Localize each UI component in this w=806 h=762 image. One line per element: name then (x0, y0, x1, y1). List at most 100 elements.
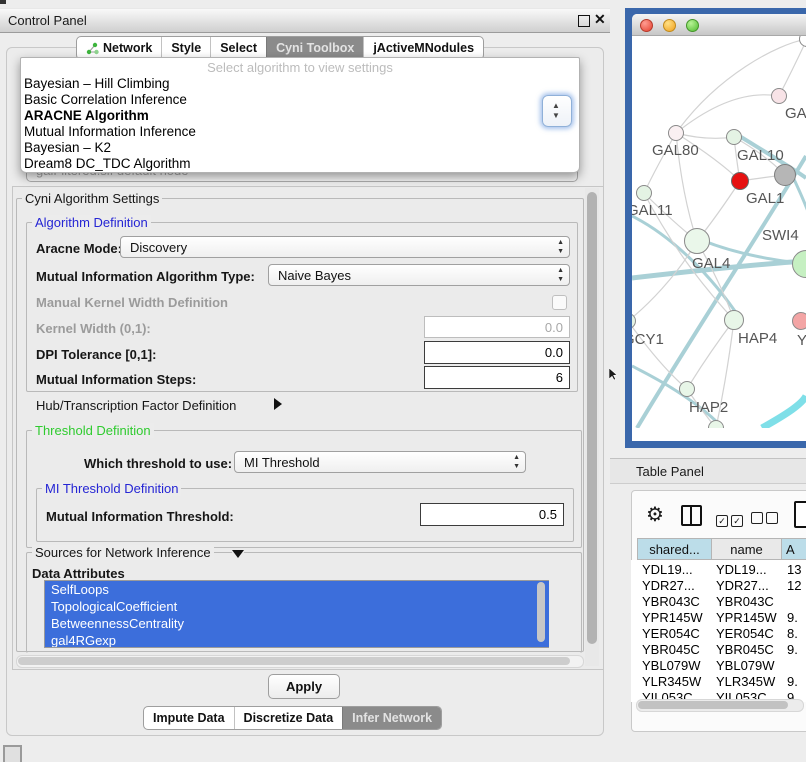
combo-stepper-icon: ▲▼ (557, 266, 564, 284)
select-all-checkboxes-icon[interactable]: ✓✓ (716, 511, 746, 529)
threshold-definition-label: Threshold Definition (32, 423, 154, 438)
mi-type-combo[interactable]: Naive Bayes ▲▼ (268, 264, 570, 286)
network-node-gal11[interactable] (636, 185, 652, 201)
settings-vscroll-thumb[interactable] (587, 192, 597, 644)
network-window-titlebar[interactable] (632, 14, 806, 36)
network-node-gal1[interactable] (731, 172, 749, 190)
node-label: GAL1 (746, 190, 784, 207)
mouse-cursor (609, 368, 619, 381)
attribute-item[interactable]: TopologicalCoefficient (45, 598, 549, 615)
settings-hscroll-thumb[interactable] (18, 657, 570, 665)
tab-discretize-data[interactable]: Discretize Data (234, 707, 343, 729)
aracne-mode-combo[interactable]: Discovery ▲▼ (120, 236, 570, 258)
table-rows-area: YDL19...YDL19...13 YDR27...YDR27...12 YB… (631, 560, 806, 702)
tab-impute-data[interactable]: Impute Data (144, 707, 234, 729)
control-panel-titlebar: Control Panel ✕ (0, 8, 610, 33)
cyni-bottom-tabbar: Impute Data Discretize Data Infer Networ… (143, 706, 442, 730)
network-node-gal80[interactable] (668, 125, 684, 141)
dpi-tolerance-input[interactable] (424, 341, 570, 364)
mi-steps-label: Mutual Information Steps: (36, 372, 196, 387)
node-label: GAL10 (737, 147, 784, 164)
minimize-traffic-light-icon[interactable] (663, 19, 676, 32)
algorithm-option[interactable]: Dream8 DC_TDC Algorithm (21, 156, 579, 172)
node-label: HAP4 (738, 330, 777, 347)
node-label: HAP2 (689, 399, 728, 416)
network-tab-icon (86, 42, 99, 55)
close-icon[interactable]: ✕ (594, 11, 606, 28)
attributes-list-scrollbar[interactable] (537, 582, 545, 642)
tab-infer-network[interactable]: Infer Network (342, 707, 441, 729)
column-header-shared-name[interactable]: shared... (637, 538, 712, 560)
algorithm-dropdown-popup: Select algorithm to view settings Bayesi… (20, 57, 580, 173)
algorithm-option[interactable]: Bayesian – Hill Climbing (21, 76, 579, 92)
data-attributes-list: SelfLoops TopologicalCoefficient Between… (44, 580, 549, 648)
column-header-clipped[interactable]: A (781, 538, 806, 560)
apply-button[interactable]: Apply (268, 674, 340, 699)
network-node-gal7[interactable] (771, 88, 787, 104)
clipped-bottom-left-widget[interactable] (3, 745, 22, 762)
deselect-all-checkboxes-icon[interactable] (751, 511, 781, 529)
node-label: Y (797, 332, 806, 349)
new-document-icon[interactable] (794, 501, 806, 528)
node-label: GCY1 (632, 331, 664, 348)
tab-select[interactable]: Select (210, 37, 266, 59)
mi-threshold-input[interactable] (420, 503, 564, 526)
node-label: GAL11 (632, 202, 673, 219)
which-threshold-combo[interactable]: MI Threshold ▲▼ (234, 451, 526, 473)
node-label: SWI4 (762, 227, 799, 244)
zoom-traffic-light-icon[interactable] (686, 19, 699, 32)
tab-style[interactable]: Style (161, 37, 210, 59)
algorithm-option[interactable]: Bayesian – K2 (21, 140, 579, 156)
app-root: Control Panel ✕ Network Style Select Cyn… (0, 0, 806, 762)
node-label: GAL7 (785, 105, 806, 122)
sources-group-label: Sources for Network Inference (32, 545, 214, 560)
mi-type-label: Mutual Information Algorithm Type: (36, 269, 255, 284)
aracne-mode-label: Aracne Mode: (36, 241, 122, 256)
attribute-item[interactable]: gal4RGexp (45, 632, 549, 648)
manual-kernel-checkbox[interactable] (552, 295, 567, 310)
network-node-hap4[interactable] (724, 310, 744, 330)
tab-jactivemnodules[interactable]: jActiveMNodules (363, 37, 483, 59)
manual-kernel-label: Manual Kernel Width Definition (36, 295, 228, 310)
cyni-settings-group-label: Cyni Algorithm Settings (22, 191, 162, 206)
network-node-y[interactable] (792, 312, 806, 330)
column-header-name[interactable]: name (711, 538, 782, 560)
attribute-item[interactable]: BetweennessCentrality (45, 615, 549, 632)
algorithm-option[interactable]: Basic Correlation Inference (21, 92, 579, 108)
algorithm-placeholder: Select algorithm to view settings (21, 58, 579, 76)
network-node-hap2[interactable] (679, 381, 695, 397)
settings-gear-icon[interactable]: ⚙ (646, 502, 664, 527)
hub-definition-label: Hub/Transcription Factor Definition (36, 398, 236, 413)
inference-algorithm-combo-stepper[interactable]: ▲▼ (542, 95, 572, 127)
table-panel-titlebar: Table Panel (610, 458, 806, 484)
split-columns-icon[interactable] (681, 505, 702, 526)
node-label: GAL80 (652, 142, 699, 159)
algorithm-option[interactable]: Mutual Information Inference (21, 124, 579, 140)
table-panel-title: Table Panel (636, 464, 704, 479)
control-panel-title: Control Panel (8, 13, 87, 28)
network-node-gray-hub[interactable] (774, 164, 796, 186)
table-hscroll-thumb[interactable] (638, 701, 788, 709)
data-attributes-label: Data Attributes (32, 566, 125, 581)
tab-network[interactable]: Network (77, 37, 161, 59)
expand-right-arrow-icon[interactable] (274, 398, 282, 410)
combo-stepper-icon: ▲▼ (557, 238, 564, 256)
combo-stepper-icon: ▲▼ (513, 453, 520, 471)
algorithm-option-aracne[interactable]: ARACNE Algorithm (21, 108, 579, 124)
kernel-width-label: Kernel Width (0,1): (36, 321, 151, 336)
float-window-icon[interactable] (578, 15, 590, 27)
mi-steps-input[interactable] (424, 366, 570, 389)
mi-threshold-group-label: MI Threshold Definition (42, 481, 181, 496)
which-threshold-label: Which threshold to use: (84, 456, 232, 471)
mi-threshold-label: Mutual Information Threshold: (46, 509, 234, 524)
attribute-item[interactable]: SelfLoops (45, 581, 549, 598)
kernel-width-input[interactable] (424, 316, 570, 338)
close-traffic-light-icon[interactable] (640, 19, 653, 32)
algorithm-definition-label: Algorithm Definition (32, 215, 151, 230)
dpi-tolerance-label: DPI Tolerance [0,1]: (36, 347, 156, 362)
network-canvas[interactable]: GAL7 GAL80 GAL10 GAL1 GAL11 SWI4 GAL4 GC… (632, 36, 806, 428)
collapse-down-arrow-icon[interactable] (232, 550, 244, 558)
tab-cyni-toolbox[interactable]: Cyni Toolbox (266, 37, 363, 59)
network-node-gal10[interactable] (726, 129, 742, 145)
network-node-gal4[interactable] (684, 228, 710, 254)
